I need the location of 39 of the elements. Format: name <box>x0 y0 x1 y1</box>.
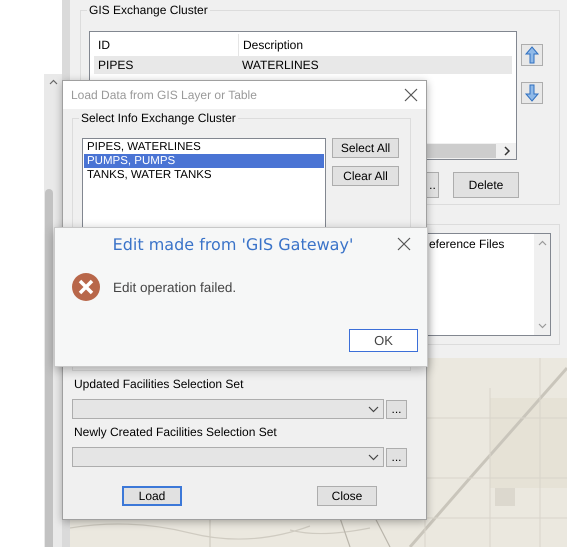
browse-button[interactable]: ... <box>386 448 407 466</box>
list-item[interactable]: TANKS, WATER TANKS <box>84 168 324 182</box>
arrow-up-icon <box>524 46 540 64</box>
arrow-down-icon <box>524 84 540 102</box>
dialog-title: Load Data from GIS Layer or Table <box>71 88 257 102</box>
list-item[interactable]: PIPES, WATERLINES <box>84 140 324 154</box>
move-up-button[interactable] <box>521 44 543 66</box>
scroll-down-icon <box>538 323 546 329</box>
group-title: GIS Exchange Cluster <box>87 3 210 17</box>
error-icon <box>71 272 101 302</box>
scroll-up-icon <box>538 240 546 246</box>
load-button[interactable]: Load <box>122 486 182 506</box>
scrollbar-thumb[interactable] <box>45 189 53 547</box>
browse-button[interactable]: ... <box>386 400 407 418</box>
delete-button[interactable]: Delete <box>453 172 519 198</box>
close-button[interactable] <box>404 88 418 102</box>
clear-all-button[interactable]: Clear All <box>332 166 399 186</box>
field-label: Newly Created Facilities Selection Set <box>74 425 278 441</box>
table-cell-text: PIPES <box>97 58 134 72</box>
scroll-up-icon <box>49 79 58 85</box>
field-label: Updated Facilities Selection Set <box>74 377 244 393</box>
error-message: Edit operation failed. <box>113 280 236 294</box>
chevron-down-icon <box>368 454 379 460</box>
select-all-button[interactable]: Select All <box>332 138 399 158</box>
close-icon <box>404 88 418 102</box>
browse-button[interactable]: .. <box>427 172 439 198</box>
table-row[interactable]: PIPES WATERLINES <box>94 56 512 74</box>
close-icon <box>397 237 411 251</box>
chevron-down-icon <box>368 406 379 412</box>
group-title: Select Info Exchange Cluster <box>79 111 238 125</box>
list-item[interactable]: PUMPS, PUMPS <box>84 154 324 168</box>
move-down-button[interactable] <box>521 82 543 104</box>
ok-button[interactable]: OK <box>349 329 418 352</box>
dialog-title: Edit made from 'GIS Gateway' <box>112 234 354 254</box>
list-item[interactable]: eference Files <box>429 237 534 251</box>
column-header[interactable]: Description <box>239 38 383 52</box>
table-cell-text: WATERLINES <box>241 58 320 72</box>
close-button[interactable] <box>397 237 411 251</box>
close-button[interactable]: Close <box>317 486 377 506</box>
